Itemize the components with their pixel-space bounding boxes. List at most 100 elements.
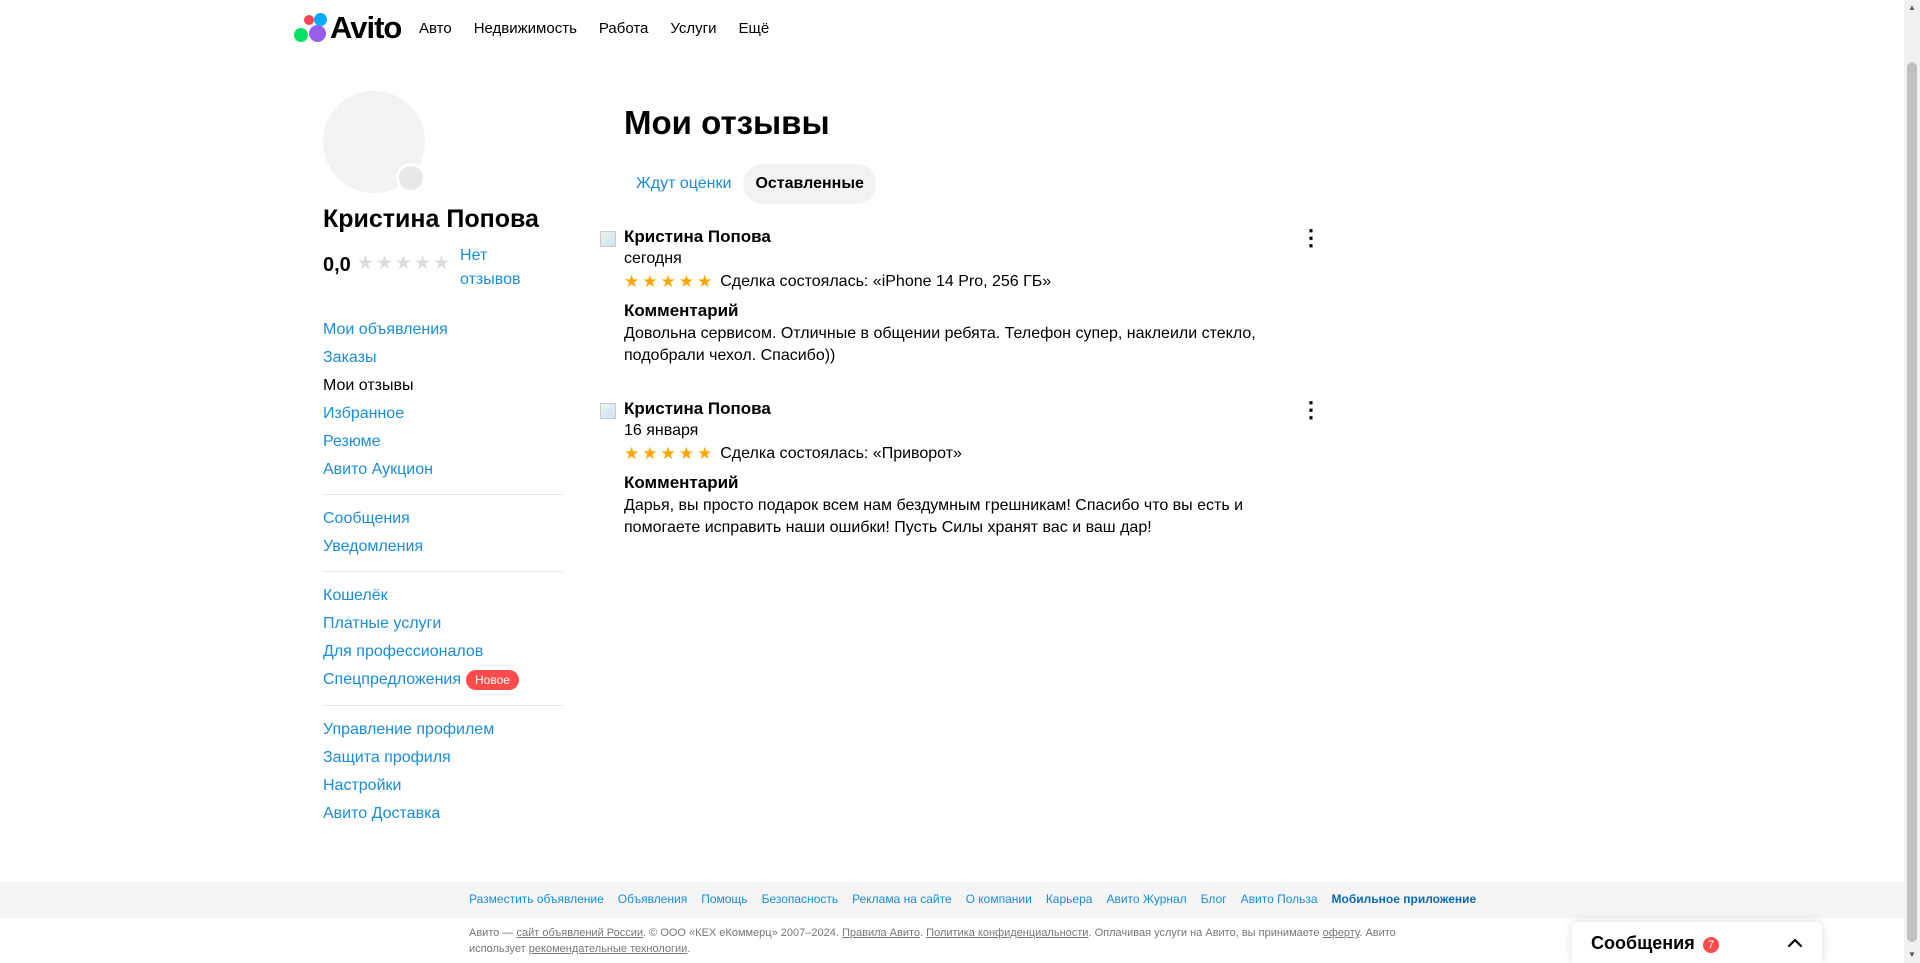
review-comment: Дарья, вы просто подарок всем нам бездум… xyxy=(624,497,1244,536)
footer-link-journal[interactable]: Авито Журнал xyxy=(1106,892,1186,906)
sidebar-item-wallet[interactable]: Кошелёк xyxy=(323,582,563,610)
footer-link-ads[interactable]: Объявления xyxy=(618,892,687,906)
profile-name: Кристина Попова xyxy=(323,205,539,233)
star-filled-icon: ★ xyxy=(624,444,640,463)
messages-count-badge: 7 xyxy=(1703,937,1719,953)
more-options-icon[interactable]: ⋮ xyxy=(1300,399,1322,421)
star-empty-icon: ★ xyxy=(375,253,393,274)
star-empty-icon: ★ xyxy=(394,253,412,274)
legal-text: . © ООО «КЕХ еКоммерц» 2007–2024. xyxy=(643,927,842,939)
sidebar-item-orders[interactable]: Заказы xyxy=(323,344,563,372)
footer-link-about[interactable]: О компании xyxy=(966,892,1032,906)
sidebar-group-communication: Сообщения Уведомления xyxy=(323,505,563,561)
avatar-edit-badge[interactable] xyxy=(396,163,426,193)
nav-more[interactable]: Ещё xyxy=(739,20,770,37)
review-card: Кристина Попова 16 января ★ ★ ★ ★ ★ Сдел… xyxy=(600,399,1322,539)
sidebar-divider xyxy=(323,494,563,495)
star-empty-icon: ★ xyxy=(356,253,374,274)
footer-legal: Авито — сайт объявлений России. © ООО «К… xyxy=(469,925,1429,957)
star-filled-icon: ★ xyxy=(678,272,694,291)
legal-link-privacy[interactable]: Политика конфиденциальности xyxy=(926,927,1088,939)
footer-link-career[interactable]: Карьера xyxy=(1046,892,1093,906)
footer-link-help[interactable]: Помощь xyxy=(701,892,747,906)
footer-link-security[interactable]: Безопасность xyxy=(762,892,839,906)
sidebar-item-profile-protection[interactable]: Защита профиля xyxy=(323,744,563,772)
legal-link-offer[interactable]: оферту xyxy=(1323,927,1360,939)
review-card: Кристина Попова сегодня ★ ★ ★ ★ ★ Сделка… xyxy=(600,227,1322,367)
footer-link-blog[interactable]: Блог xyxy=(1201,892,1227,906)
top-navigation: Авто Недвижимость Работа Услуги Ещё xyxy=(419,20,769,37)
sidebar-item-paid-services[interactable]: Платные услуги xyxy=(323,610,563,638)
nav-services[interactable]: Услуги xyxy=(670,20,716,37)
sidebar-group-finance: Кошелёк Платные услуги Для профессионало… xyxy=(323,582,563,694)
sidebar-item-auction[interactable]: Авито Аукцион xyxy=(323,456,563,484)
review-comment: Довольна сервисом. Отличные в общении ре… xyxy=(624,325,1256,364)
sidebar-item-favorites[interactable]: Избранное xyxy=(323,400,563,428)
review-deal-row: ★ ★ ★ ★ ★ Сделка состоялась: «Приворот» xyxy=(624,444,962,464)
review-stars: ★ ★ ★ ★ ★ xyxy=(624,272,712,292)
sidebar-item-special-offers[interactable]: Спецпредложения Новое xyxy=(323,666,563,694)
footer-link-benefit[interactable]: Авито Польза xyxy=(1241,892,1318,906)
legal-link-recommendations[interactable]: рекомендательные технологии xyxy=(529,943,688,955)
tab-awaiting-rating[interactable]: Ждут оценки xyxy=(624,164,743,204)
review-date: сегодня xyxy=(624,250,682,267)
avito-logo[interactable]: Avito xyxy=(294,10,402,46)
sidebar-item-profile-management[interactable]: Управление профилем xyxy=(323,716,563,744)
messages-widget[interactable]: Сообщения 7 xyxy=(1572,922,1822,963)
review-date: 16 января xyxy=(624,422,699,439)
legal-link-classifieds[interactable]: сайт объявлений России xyxy=(516,927,643,939)
review-deal-text: Сделка состоялась: «Приворот» xyxy=(720,445,962,462)
review-comment-title: Комментарий xyxy=(624,473,739,492)
more-options-icon[interactable]: ⋮ xyxy=(1300,227,1322,249)
star-filled-icon: ★ xyxy=(660,272,676,291)
scroll-down-icon[interactable]: ▼ xyxy=(1904,947,1920,963)
chevron-up-icon[interactable] xyxy=(1786,934,1804,952)
sidebar-item-my-ads[interactable]: Мои объявления xyxy=(323,316,563,344)
logo-text: Avito xyxy=(330,10,402,45)
star-filled-icon: ★ xyxy=(678,444,694,463)
star-filled-icon: ★ xyxy=(624,272,640,291)
no-reviews-link[interactable]: Нет отзывов xyxy=(460,244,540,292)
sidebar-item-for-pros[interactable]: Для профессионалов xyxy=(323,638,563,666)
sidebar-item-settings[interactable]: Настройки xyxy=(323,772,563,800)
sidebar-item-resume[interactable]: Резюме xyxy=(323,428,563,456)
review-deal-row: ★ ★ ★ ★ ★ Сделка состоялась: «iPhone 14 … xyxy=(624,272,1051,292)
star-empty-icon: ★ xyxy=(433,253,451,274)
page-title: Мои отзывы xyxy=(624,104,830,141)
scrollbar-thumb[interactable] xyxy=(1907,62,1917,942)
sidebar-item-my-reviews[interactable]: Мои отзывы xyxy=(323,372,563,400)
review-author[interactable]: Кристина Попова xyxy=(624,227,771,247)
reviewer-avatar-image xyxy=(600,403,616,419)
sidebar-item-label: Спецпредложения xyxy=(323,671,461,688)
tab-left-reviews[interactable]: Оставленные xyxy=(743,164,876,204)
rating-stars: ★ ★ ★ ★ ★ xyxy=(357,254,450,274)
star-filled-icon: ★ xyxy=(697,444,713,463)
legal-text: . xyxy=(687,943,691,955)
footer-links: Разместить объявление Объявления Помощь … xyxy=(469,892,1476,906)
sidebar-group-main: Мои объявления Заказы Мои отзывы Избранн… xyxy=(323,316,563,484)
footer-link-post-ad[interactable]: Разместить объявление xyxy=(469,892,604,906)
profile-rating: 0,0 ★ ★ ★ ★ ★ Нет отзывов xyxy=(323,244,540,292)
footer-link-advertising[interactable]: Реклама на сайте xyxy=(852,892,952,906)
star-empty-icon: ★ xyxy=(413,253,431,274)
nav-jobs[interactable]: Работа xyxy=(599,20,649,37)
star-filled-icon: ★ xyxy=(642,272,658,291)
star-filled-icon: ★ xyxy=(697,272,713,291)
footer-link-mobile-app[interactable]: Мобильное приложение xyxy=(1332,892,1477,906)
messages-widget-title: Сообщения xyxy=(1591,933,1695,953)
sidebar-item-messages[interactable]: Сообщения xyxy=(323,505,563,533)
nav-realty[interactable]: Недвижимость xyxy=(474,20,577,37)
review-deal-text: Сделка состоялась: «iPhone 14 Pro, 256 Г… xyxy=(720,273,1052,290)
sidebar-item-notifications[interactable]: Уведомления xyxy=(323,533,563,561)
site-header: Avito Авто Недвижимость Работа Услуги Ещ… xyxy=(0,0,1904,60)
sidebar-divider xyxy=(323,705,563,706)
review-stars: ★ ★ ★ ★ ★ xyxy=(624,444,712,464)
sidebar-item-delivery[interactable]: Авито Доставка xyxy=(323,800,563,828)
legal-link-rules[interactable]: Правила Авито xyxy=(842,927,920,939)
scroll-up-icon[interactable]: ▲ xyxy=(1904,0,1920,16)
nav-auto[interactable]: Авто xyxy=(419,20,452,37)
logo-dots-icon xyxy=(294,13,328,43)
review-author[interactable]: Кристина Попова xyxy=(624,399,771,419)
sidebar-divider xyxy=(323,571,563,572)
review-tabs: Ждут оценки Оставленные xyxy=(624,164,876,204)
